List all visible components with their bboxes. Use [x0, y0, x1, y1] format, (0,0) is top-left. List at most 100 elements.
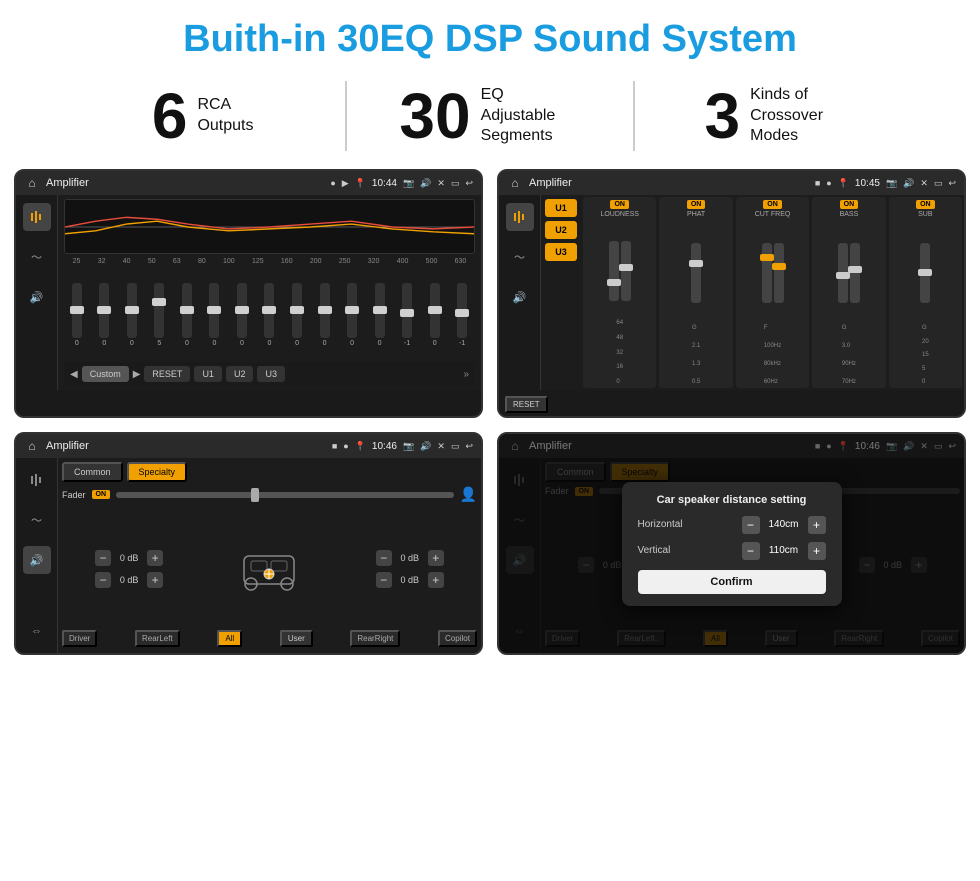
screen2-sidepanel: 〜 🔊 — [499, 195, 541, 390]
phat-label: PHAT — [687, 211, 705, 218]
loudness-sliders — [609, 221, 631, 320]
amp-controls-area: ON LOUDNESS 644832160 — [581, 195, 964, 390]
rl-value: 0 dB — [114, 575, 144, 585]
vertical-control: − 110cm + — [742, 542, 826, 560]
back-icon-3: ↩ — [465, 441, 473, 452]
cam-icon-3: 📷 — [403, 441, 414, 452]
horizontal-plus[interactable]: + — [808, 516, 826, 534]
loc-icon-3: 📍 — [355, 441, 366, 452]
back-icon-1: ↩ — [465, 178, 473, 189]
arrow-icon-3[interactable]: ⇔ — [23, 617, 51, 645]
bass-col: ON BASS G3.090Hz70Hz — [812, 197, 885, 388]
horizontal-minus[interactable]: − — [742, 516, 760, 534]
screen2-statusbar: ⌂ Amplifier ■ ● 📍 10:45 📷 🔊 ✕ ▭ ↩ — [499, 171, 964, 195]
dialog-title: Car speaker distance setting — [638, 494, 826, 506]
reset-btn-1[interactable]: RESET — [144, 366, 190, 382]
screens-grid: ⌂ Amplifier ● ▶ 📍 10:44 📷 🔊 ✕ ▭ ↩ — [0, 165, 980, 669]
bass-label: BASS — [840, 211, 859, 218]
wave-icon-3[interactable]: 〜 — [23, 506, 51, 534]
stat-text-rca: RCAOutputs — [197, 95, 253, 137]
screen1-statusbar: ⌂ Amplifier ● ▶ 📍 10:44 📷 🔊 ✕ ▭ ↩ — [16, 171, 481, 195]
u3-btn-1[interactable]: U3 — [257, 366, 285, 382]
dot2-icon-2: ● — [826, 178, 831, 188]
screen2-title: Amplifier — [529, 177, 809, 189]
back-icon-2: ↩ — [948, 178, 956, 189]
vol-icon-1: 🔊 — [420, 178, 431, 189]
custom-btn[interactable]: Custom — [82, 366, 129, 382]
stats-row: 6 RCAOutputs 30 EQ AdjustableSegments 3 … — [0, 71, 980, 165]
eq-graph — [64, 199, 475, 254]
wave-icon[interactable]: 〜 — [23, 243, 51, 271]
stat-number-6: 6 — [152, 84, 188, 148]
wave-icon-2[interactable]: 〜 — [506, 243, 534, 271]
dot2-icon-3: ● — [343, 441, 348, 451]
loc-icon-2: 📍 — [838, 178, 849, 189]
rr-minus[interactable]: − — [376, 572, 392, 588]
fader-bar[interactable] — [116, 492, 454, 498]
screen1-content: 〜 🔊 253240 506380 100125160 200250320 4 — [16, 195, 481, 390]
screen1-title: Amplifier — [46, 177, 324, 189]
screen3-content: 〜 🔊 ⇔ Common Specialty Fader ON 👤 — [16, 458, 481, 653]
loudness-label: LOUDNESS — [600, 211, 639, 218]
eq-icon-3[interactable] — [23, 466, 51, 494]
cutfreq-on: ON — [763, 200, 782, 209]
screen4: ⌂ Amplifier ■ ● 📍 10:46 📷 🔊 ✕ ▭ ↩ 〜 🔊 ⇔ — [497, 432, 966, 655]
fader-row: Fader ON 👤 — [62, 486, 477, 503]
u2-btn-2[interactable]: U2 — [545, 221, 577, 239]
x-icon-1: ✕ — [437, 178, 445, 189]
fl-value: 0 dB — [114, 553, 144, 563]
specialty-tab[interactable]: Specialty — [127, 462, 188, 482]
u3-btn-2[interactable]: U3 — [545, 243, 577, 261]
sub-on: ON — [916, 200, 935, 209]
cutfreq-label: CUT FREQ — [755, 211, 791, 218]
dot-icon-1: ● — [330, 178, 335, 188]
screen2-time: 10:45 — [855, 178, 880, 189]
win-icon-1: ▭ — [451, 178, 460, 189]
next-icon[interactable]: ▶ — [133, 369, 141, 380]
vertical-plus[interactable]: + — [808, 542, 826, 560]
spk-icon-3[interactable]: 🔊 — [23, 546, 51, 574]
speaker-layout-area: − 0 dB + − 0 dB + — [62, 509, 477, 628]
right-controls: − 0 dB + − 0 dB + — [376, 550, 444, 588]
page-title: Buith-in 30EQ DSP Sound System — [0, 0, 980, 71]
common-tab[interactable]: Common — [62, 462, 123, 482]
fl-plus[interactable]: + — [147, 550, 163, 566]
driver-btn[interactable]: Driver — [62, 630, 97, 647]
screen3-statusbar: ⌂ Amplifier ■ ● 📍 10:46 📷 🔊 ✕ ▭ ↩ — [16, 434, 481, 458]
screen1-time: 10:44 — [372, 178, 397, 189]
confirm-button[interactable]: Confirm — [638, 570, 826, 594]
left-controls: − 0 dB + − 0 dB + — [95, 550, 163, 588]
all-btn[interactable]: All — [217, 630, 242, 647]
fr-plus[interactable]: + — [428, 550, 444, 566]
eq-bottom: ◀ Custom ▶ RESET U1 U2 U3 » — [64, 362, 475, 386]
rearleft-btn[interactable]: RearLeft — [135, 630, 180, 647]
home-icon-1: ⌂ — [24, 175, 40, 191]
dialog-box: Car speaker distance setting Horizontal … — [622, 482, 842, 606]
bass-on: ON — [840, 200, 859, 209]
vertical-minus[interactable]: − — [742, 542, 760, 560]
dot-icon-3: ■ — [332, 441, 337, 451]
speaker-bottom-labels: Driver RearLeft All User RearRight Copil… — [62, 628, 477, 649]
u1-btn-1[interactable]: U1 — [194, 366, 222, 382]
rl-minus[interactable]: − — [95, 572, 111, 588]
reset-btn-2[interactable]: RESET — [505, 396, 548, 413]
fader-on-badge: ON — [92, 490, 111, 499]
prev-icon[interactable]: ◀ — [70, 369, 78, 380]
user-btn[interactable]: User — [280, 630, 313, 647]
spk-icon-2[interactable]: 🔊 — [506, 283, 534, 311]
eq-icon[interactable] — [23, 203, 51, 231]
speaker-icon[interactable]: 🔊 — [23, 283, 51, 311]
screen1-sidepanel: 〜 🔊 — [16, 195, 58, 390]
fl-minus[interactable]: − — [95, 550, 111, 566]
u2-btn-1[interactable]: U2 — [226, 366, 254, 382]
rearright-btn[interactable]: RearRight — [350, 630, 400, 647]
copilot-btn[interactable]: Copilot — [438, 630, 477, 647]
loudness-col: ON LOUDNESS 644832160 — [583, 197, 656, 388]
stat-number-30: 30 — [399, 84, 470, 148]
fr-minus[interactable]: − — [376, 550, 392, 566]
u1-btn-2[interactable]: U1 — [545, 199, 577, 217]
sub-label: SUB — [918, 211, 932, 218]
rr-plus[interactable]: + — [428, 572, 444, 588]
rl-plus[interactable]: + — [147, 572, 163, 588]
eq-icon-2[interactable] — [506, 203, 534, 231]
